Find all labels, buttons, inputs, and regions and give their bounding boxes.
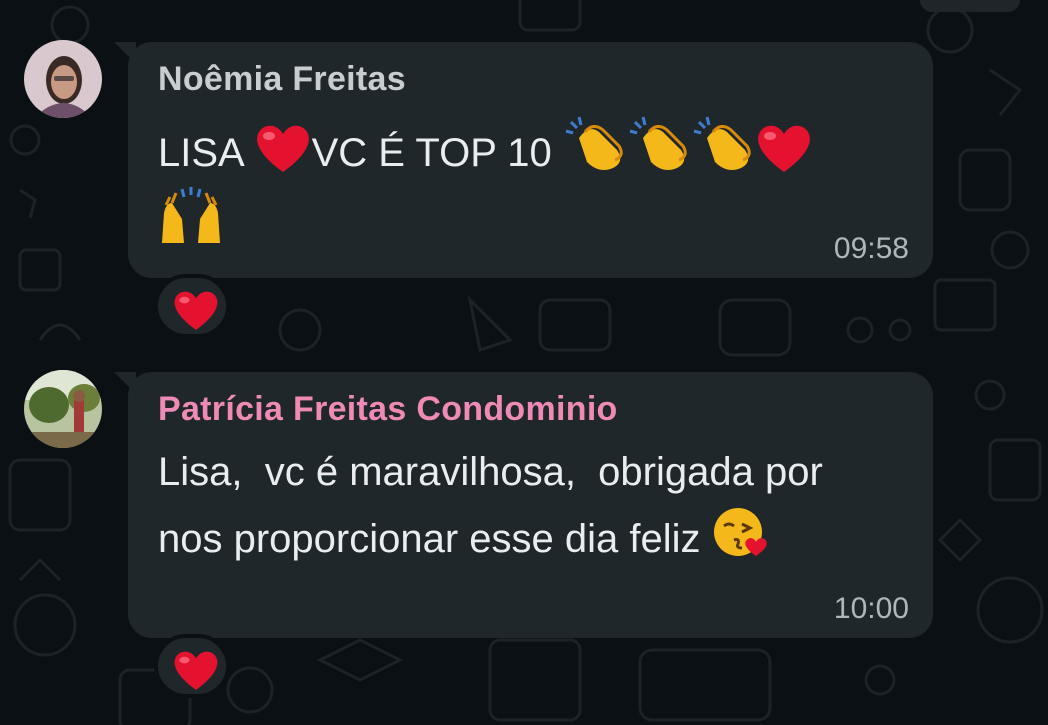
avatar-patricia[interactable] bbox=[24, 370, 102, 448]
raising-hands-icon bbox=[162, 187, 220, 243]
clapping-hands-icon bbox=[565, 116, 623, 170]
message-bubble[interactable]: Patrícia Freitas Condominio Lisa, vc é m… bbox=[114, 372, 933, 638]
message-time: 09:58 bbox=[833, 232, 909, 265]
message-text-part: LISA bbox=[158, 131, 254, 175]
red-heart-icon bbox=[758, 125, 810, 172]
bubble-tail bbox=[114, 372, 136, 394]
message-text-part: VC É TOP 10 bbox=[311, 131, 563, 175]
previous-message-edge bbox=[920, 0, 1020, 12]
avatar-noemia[interactable] bbox=[24, 40, 102, 118]
clapping-hands-icon bbox=[629, 116, 687, 170]
message-time: 10:00 bbox=[833, 592, 909, 625]
message-bubble[interactable]: Noêmia Freitas LISA VC É TOP 10 09:58 bbox=[114, 42, 933, 278]
red-heart-icon bbox=[256, 125, 309, 172]
heart-icon bbox=[174, 291, 218, 330]
message-text: Lisa, vc é maravilhosa, obrigada por nos … bbox=[158, 440, 893, 571]
message-text-line: Lisa, vc é maravilhosa, obrigada por bbox=[158, 450, 823, 494]
face-blowing-kiss-icon bbox=[713, 508, 767, 556]
sender-name[interactable]: Patrícia Freitas Condominio bbox=[158, 390, 618, 429]
avatar-photo-icon bbox=[24, 40, 102, 118]
message-text: LISA VC É TOP 10 bbox=[158, 114, 893, 256]
message-text-line: nos proporcionar esse dia feliz bbox=[158, 517, 712, 561]
heart-icon bbox=[174, 651, 218, 690]
clapping-hands-icon bbox=[693, 116, 751, 170]
avatar-photo-icon bbox=[24, 370, 102, 448]
reaction-badge[interactable] bbox=[154, 274, 230, 338]
reaction-badge[interactable] bbox=[154, 634, 230, 698]
bubble-tail bbox=[114, 42, 136, 64]
sender-name[interactable]: Noêmia Freitas bbox=[158, 60, 406, 99]
